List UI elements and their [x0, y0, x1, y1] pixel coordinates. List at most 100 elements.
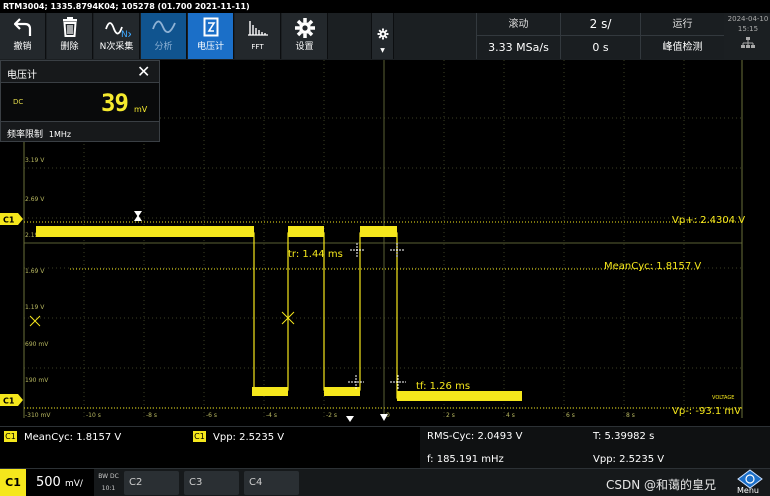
run-state: 运行 [641, 13, 724, 36]
acq-mode-panel[interactable]: 滚动 3.33 MSa/s [476, 13, 560, 59]
analyze-button[interactable]: 分析 [141, 13, 187, 59]
quick-settings-button[interactable]: ▼ [372, 13, 394, 59]
trace-high-band [360, 226, 397, 237]
channel-1-bandwidth: BW DC 10:1 [98, 473, 119, 492]
timebase-panel[interactable]: 2 s/ 0 s [560, 13, 640, 59]
vp-minus-label: Vp-: -93.1 mV [672, 406, 741, 417]
channel-3-button[interactable]: C3 [184, 471, 239, 495]
x-label: -10 s [86, 412, 101, 419]
measurement-meancyc[interactable]: C1 MeanCyc: 1.8157 V [4, 431, 121, 443]
voltage-tag: VOLTAGE [712, 395, 734, 401]
channel-1-scale[interactable]: 500 mV/ [26, 469, 94, 496]
channel-markers: C1 C1 [0, 213, 23, 406]
channel-4-button[interactable]: C4 [244, 471, 299, 495]
window-title: RTM3004; 1335.8794K04; 105278 (01.700 20… [0, 0, 770, 13]
settings-button[interactable]: 设置 [282, 13, 328, 59]
channel-1-button[interactable]: C1 [0, 469, 26, 496]
measure-crosshair [348, 375, 364, 389]
dvm-frequency-limit: 频率限制 1MHz [7, 130, 72, 140]
meancyc-label: MeanCyc: 1.8157 V [604, 261, 701, 272]
level-markers [24, 221, 742, 409]
rise-time-label: tr: 1.44 ms [288, 249, 343, 260]
measurement-vpp[interactable]: C1 Vpp: 2.5235 V [193, 431, 284, 443]
measure-crosshair [350, 243, 364, 257]
trace-high-band [36, 226, 254, 237]
voltmeter-panel: 电压计 ✕ DC 39 mV 频率限制 1MHz [0, 60, 160, 142]
fft-button[interactable]: FFT [235, 13, 281, 59]
measurement-vpp-2: Vpp: 2.5235 V [593, 454, 665, 465]
x-label: -6 s [206, 412, 217, 419]
y-label: 1.19 V [25, 304, 45, 311]
undo-icon [0, 13, 45, 41]
sample-rate: 3.33 MSa/s [488, 41, 549, 54]
channel-2-button[interactable]: C2 [124, 471, 179, 495]
close-icon[interactable]: ✕ [137, 63, 150, 81]
x-label: -4 s [266, 412, 277, 419]
svg-text:Nx: Nx [121, 30, 131, 39]
measure-crosshair [390, 375, 406, 389]
network-icon [726, 37, 770, 52]
dvm-value: 39 [101, 89, 129, 117]
chevron-down-icon: ▼ [380, 47, 385, 54]
y-label: 2.69 V [25, 196, 45, 203]
y-label: -310 mV [25, 412, 51, 419]
y-label: 1.69 V [25, 268, 45, 275]
measurement-bar: C1 MeanCyc: 1.8157 V C1 Vpp: 2.5235 V RMS-… [0, 426, 770, 469]
timebase: 2 s/ [561, 13, 640, 36]
measurement-rms-cyc: RMS-Cyc: 2.0493 V [427, 431, 523, 442]
run-panel[interactable]: 运行 峰值检测 [640, 13, 724, 59]
toolbar: 撤销 删除 Nx N次采集 分析 电压计 FFT 设置 ▼ 滚动 3.33 MS… [0, 13, 770, 60]
delete-button[interactable]: 删除 [47, 13, 93, 59]
y-label: 690 mV [25, 341, 49, 348]
x-label: -8 s [146, 412, 157, 419]
trace-low-band [324, 387, 360, 396]
trace-line [36, 232, 522, 399]
vp-plus-label: Vp+: 2.4304 V [672, 215, 745, 226]
watermark: CSDN @和蔼的皇兄 [606, 478, 717, 492]
menu-button[interactable]: Menu [732, 469, 768, 496]
small-gear-icon [372, 13, 393, 43]
trash-icon [47, 13, 92, 41]
ch1-chip: C1 [193, 431, 206, 442]
detect-mode: 峰值检测 [662, 42, 703, 53]
ch1-chip: C1 [4, 431, 17, 442]
time-ref-marker [346, 416, 354, 422]
date: 2024-04-10 [727, 15, 769, 23]
voltmeter-title: 电压计 [7, 70, 37, 81]
horizontal-position: 0 s [592, 41, 609, 54]
fall-time-label: tf: 1.26 ms [416, 381, 470, 392]
x-label: 4 s [506, 412, 515, 419]
acq-mode: 滚动 [477, 13, 560, 36]
cursor-x [29, 315, 41, 327]
voltmeter-button[interactable]: 电压计 [188, 13, 234, 59]
ch1-trigger-label: C1 [3, 216, 15, 225]
gear-icon [282, 13, 327, 41]
dvm-unit: mV [134, 105, 148, 114]
trace-low-band [252, 387, 288, 396]
y-label: 3.19 V [25, 157, 45, 164]
n-acquisition-icon: Nx [94, 13, 139, 41]
y-label: 190 mV [25, 377, 49, 384]
spectrum-icon [235, 13, 280, 41]
undo-button[interactable]: 撤销 [0, 13, 46, 59]
waveform-trace [36, 226, 522, 401]
x-label: 2 s [446, 412, 455, 419]
x-label: -2 s [326, 412, 337, 419]
n-acquisition-button[interactable]: Nx N次采集 [94, 13, 140, 59]
time: 15:15 [737, 25, 759, 33]
channel-bar: C1 500 mV/ BW DC 10:1 C2 C3 C4 CSDN @和蔼的… [0, 468, 770, 496]
x-label: 8 s [626, 412, 635, 419]
x-label: 6 s [566, 412, 575, 419]
datetime: 2024-04-10 15:15 [726, 13, 770, 59]
trace-low-band [397, 391, 522, 401]
measurement-frequency: f: 185.191 mHz [427, 454, 504, 465]
analyze-wave-icon [141, 13, 186, 41]
annotations: Vp+: 2.4304 V MeanCyc: 1.8157 V Vp-: -93… [288, 215, 745, 417]
voltmeter-icon [188, 13, 233, 41]
dvm-mode: DC [13, 98, 24, 106]
toolbar-spacer [329, 13, 372, 59]
voltmeter-readout: DC 39 mV [1, 82, 159, 122]
x-axis-labels: -10 s -8 s -6 s -4 s -2 s 0 2 s 4 s 6 s … [86, 412, 635, 419]
ch1-offset-label: C1 [3, 397, 15, 406]
trace-high-band [288, 226, 324, 237]
